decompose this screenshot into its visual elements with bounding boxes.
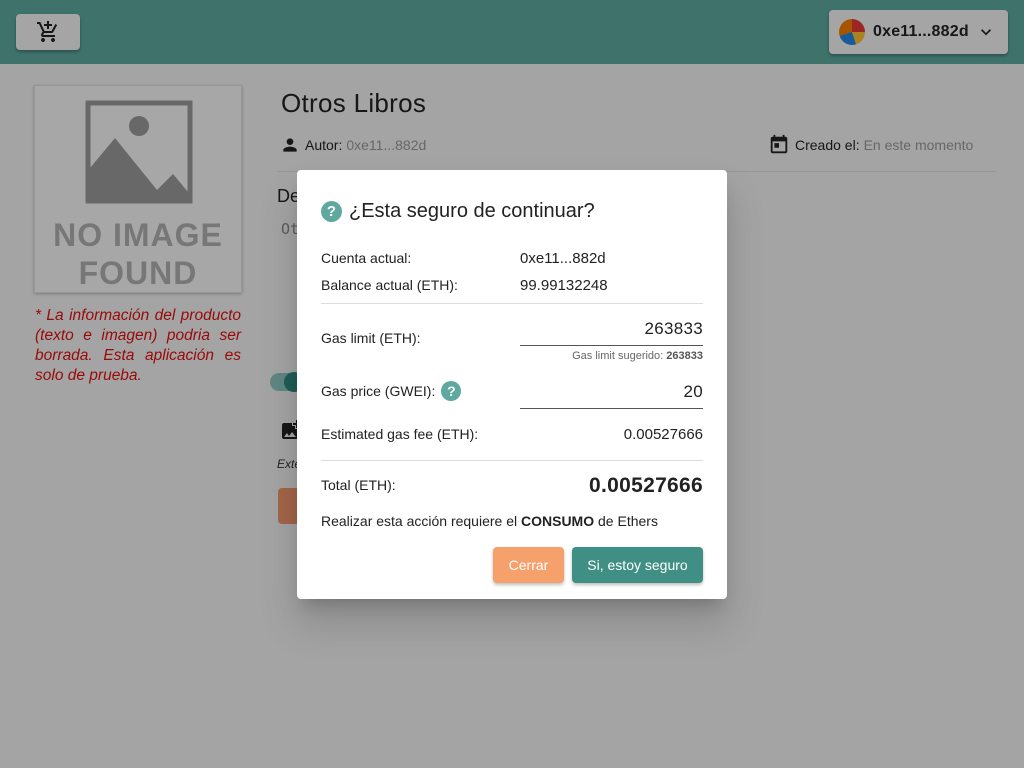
balance-label: Balance actual (ETH): bbox=[321, 277, 458, 293]
consumption-note: Realizar esta acción requiere el CONSUMO… bbox=[321, 513, 658, 529]
note-text-before: Realizar esta acción requiere el bbox=[321, 513, 521, 529]
note-text-bold: CONSUMO bbox=[521, 513, 595, 529]
confirm-dialog: ? ¿Esta seguro de continuar? Cuenta actu… bbox=[297, 170, 727, 599]
gas-limit-label: Gas limit (ETH): bbox=[321, 330, 421, 346]
gas-limit-hint-label: Gas limit sugerido: bbox=[572, 350, 664, 362]
gas-price-label-text: Gas price (GWEI): bbox=[321, 383, 436, 399]
total-value: 0.00527666 bbox=[589, 474, 703, 497]
estimated-fee-label: Estimated gas fee (ETH): bbox=[321, 426, 479, 442]
gas-limit-hint: Gas limit sugerido: 263833 bbox=[572, 350, 703, 362]
help-icon[interactable]: ? bbox=[441, 381, 462, 401]
help-icon: ? bbox=[321, 201, 342, 222]
divider bbox=[321, 303, 703, 304]
gas-price-input[interactable]: 20 bbox=[520, 382, 703, 409]
estimated-fee-value: 0.00527666 bbox=[623, 426, 703, 443]
current-account-label: Cuenta actual: bbox=[321, 250, 412, 266]
current-account-value: 0xe11...882d bbox=[520, 250, 606, 267]
dialog-title-text: ¿Esta seguro de continuar? bbox=[349, 200, 595, 222]
dialog-title: ? ¿Esta seguro de continuar? bbox=[321, 200, 595, 223]
close-button[interactable]: Cerrar bbox=[493, 547, 564, 583]
balance-value: 99.99132248 bbox=[520, 277, 608, 294]
divider bbox=[321, 460, 703, 461]
total-label: Total (ETH): bbox=[321, 477, 396, 493]
gas-limit-input[interactable]: 263833 bbox=[520, 319, 703, 346]
gas-limit-hint-value: 263833 bbox=[666, 350, 703, 362]
note-text-after: de Ethers bbox=[594, 513, 658, 529]
confirm-button[interactable]: Si, estoy seguro bbox=[572, 547, 703, 583]
gas-price-label: Gas price (GWEI): ? bbox=[321, 381, 462, 401]
